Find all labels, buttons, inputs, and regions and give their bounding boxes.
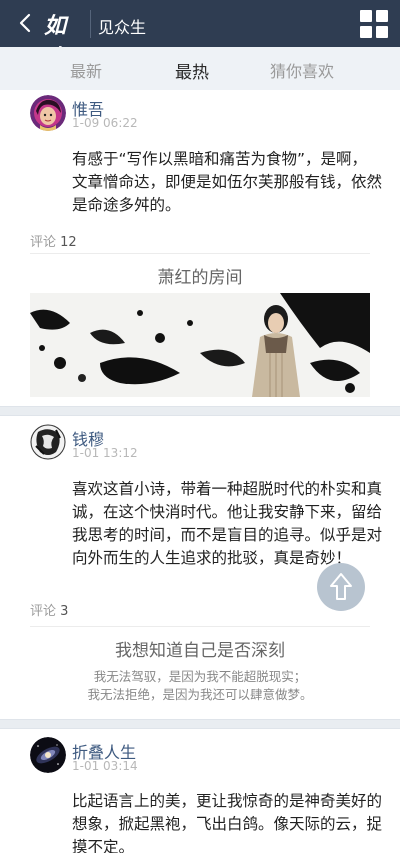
avatar[interactable] bbox=[30, 424, 66, 460]
chevron-left-icon bbox=[19, 13, 31, 33]
post-content[interactable]: 喜欢这首小诗，带着一种超脱时代的朴实和真诚，在这个快消时代。他让我安静下来，留给… bbox=[72, 478, 382, 570]
card-image[interactable] bbox=[30, 293, 370, 397]
scroll-to-top-button[interactable] bbox=[317, 563, 365, 611]
post-content[interactable]: 比起语言上的美，更让我惊奇的是神奇美好的想象，掀起黑袍，飞出白鸽。像天际的云，捉… bbox=[72, 790, 382, 853]
comment-number: 12 bbox=[60, 235, 77, 250]
comment-label: 评论 bbox=[30, 235, 57, 250]
comment-label: 评论 bbox=[30, 604, 57, 619]
divider bbox=[30, 253, 370, 254]
avatar-image bbox=[30, 95, 66, 131]
avatar[interactable] bbox=[30, 95, 66, 131]
card-title[interactable]: 我想知道自己是否深刻 bbox=[30, 636, 370, 661]
post-time: 1-01 03:14 bbox=[72, 759, 138, 773]
comment-number: 3 bbox=[60, 604, 69, 619]
app-header: 如也 见众生 bbox=[0, 0, 400, 71]
ink-splash-photo bbox=[30, 293, 370, 397]
card-title[interactable]: 萧红的房间 bbox=[30, 263, 370, 288]
divider bbox=[30, 626, 370, 627]
post-content[interactable]: 有感于“写作以黑暗和痛苦为食物”，是啊，文章憎命达，即便是如伍尔芙那般有钱，依然… bbox=[72, 148, 382, 217]
tab-hottest[interactable]: 最热 bbox=[175, 58, 209, 83]
section-separator bbox=[0, 406, 400, 416]
comment-count[interactable]: 评论 12 bbox=[30, 231, 77, 250]
card-excerpt-line: 我无法拒绝，是因为我还可以肆意做梦。 bbox=[87, 687, 313, 702]
avatar[interactable] bbox=[30, 737, 66, 773]
tab-recommended[interactable]: 猜你喜欢 bbox=[270, 58, 334, 82]
post-time: 1-01 13:12 bbox=[72, 446, 138, 460]
back-button[interactable]: 如也 bbox=[8, 0, 88, 71]
tab-latest[interactable]: 最新 bbox=[70, 58, 102, 82]
avatar-image bbox=[30, 737, 66, 773]
comment-count[interactable]: 评论 3 bbox=[30, 600, 68, 619]
page-title: 见众生 bbox=[98, 18, 147, 37]
section-separator bbox=[0, 719, 400, 729]
grid-menu-button[interactable] bbox=[358, 8, 390, 40]
header-divider bbox=[90, 10, 91, 38]
upload-arrow-icon bbox=[330, 573, 352, 600]
post-time: 1-09 06:22 bbox=[72, 116, 138, 130]
tab-bar: 最新 最热 猜你喜欢 bbox=[0, 47, 400, 90]
avatar-image bbox=[30, 424, 66, 460]
card-excerpt-line: 我无法驾驭，是因为我不能超脱现实； bbox=[93, 669, 307, 684]
